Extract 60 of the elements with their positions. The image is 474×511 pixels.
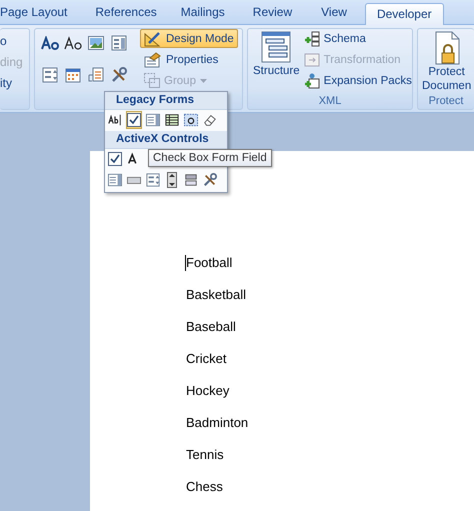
- tools-icon: [110, 67, 126, 83]
- tools-icon: [203, 172, 217, 188]
- command-button-icon: [127, 175, 141, 186]
- frame-icon: [184, 112, 198, 127]
- ribbon-tab[interactable]: View: [321, 5, 347, 24]
- document-text: Badminton: [186, 414, 248, 432]
- document-text: Cricket: [186, 350, 226, 368]
- group-icon: [144, 73, 160, 88]
- image-icon: [88, 36, 104, 50]
- ribbon-button[interactable]: Expansion Packs: [302, 71, 414, 90]
- control-button[interactable]: [126, 110, 142, 129]
- ribbon-tab[interactable]: Developer: [364, 3, 444, 25]
- text-cursor: [185, 255, 186, 271]
- properties-icon: [144, 52, 162, 68]
- ribbon-command[interactable]: ity: [0, 76, 12, 91]
- document-text: Chess: [186, 478, 223, 496]
- table-icon: [165, 112, 179, 127]
- text-field-icon: [108, 112, 122, 127]
- list-icon: [110, 35, 126, 51]
- combo-box-icon: [108, 173, 122, 188]
- document-text: Basketball: [186, 286, 246, 304]
- document-text: Tennis: [186, 446, 224, 464]
- transform-icon: [304, 52, 320, 68]
- eraser-icon: [203, 112, 217, 127]
- checkbox-icon: [127, 112, 141, 127]
- caret-icon: [200, 78, 207, 82]
- section-heading: ActiveX Controls: [105, 131, 227, 149]
- ruler-pencil-icon: [144, 30, 162, 46]
- scroll-bar-icon: [167, 172, 177, 188]
- font-icon: [40, 36, 58, 50]
- document-text: Hockey: [186, 382, 230, 400]
- structure-icon: [261, 31, 292, 63]
- combo-box-icon: [146, 112, 160, 127]
- spinner-icon: [42, 67, 58, 83]
- ribbon-button[interactable]: Design Mode: [140, 29, 238, 48]
- schema-icon: [304, 30, 320, 46]
- ribbon-tab[interactable]: Mailings: [180, 5, 225, 24]
- section-heading: Legacy Forms: [105, 92, 227, 110]
- group-label: XML: [318, 94, 342, 109]
- ribbon-button[interactable]: Properties: [140, 50, 238, 69]
- ribbon-tab[interactable]: References: [95, 5, 157, 24]
- document-text: Baseball: [186, 318, 236, 336]
- ribbon-tab[interactable]: Review: [252, 5, 292, 24]
- group-label: Protect: [428, 94, 464, 109]
- protect-document-button[interactable]: Protect Documen: [418, 29, 472, 93]
- calendar-icon: [64, 67, 80, 83]
- ribbon-tab[interactable]: Page Layout: [0, 5, 68, 24]
- checkbox-icon: [108, 152, 122, 166]
- document-text: Football: [186, 254, 232, 273]
- control-button[interactable]: [164, 171, 180, 190]
- ribbon-command[interactable]: o: [0, 34, 7, 49]
- document-icon: [88, 67, 104, 83]
- package-icon: [304, 72, 320, 88]
- control-button[interactable]: [107, 150, 123, 168]
- font-icon: [64, 36, 82, 50]
- toggle-button-icon: [184, 173, 198, 188]
- spinner-icon: [146, 172, 160, 188]
- ribbon-button[interactable]: Schema: [302, 29, 414, 48]
- structure-button[interactable]: Structure: [252, 29, 301, 94]
- tooltip: Check Box Form Field: [148, 149, 272, 167]
